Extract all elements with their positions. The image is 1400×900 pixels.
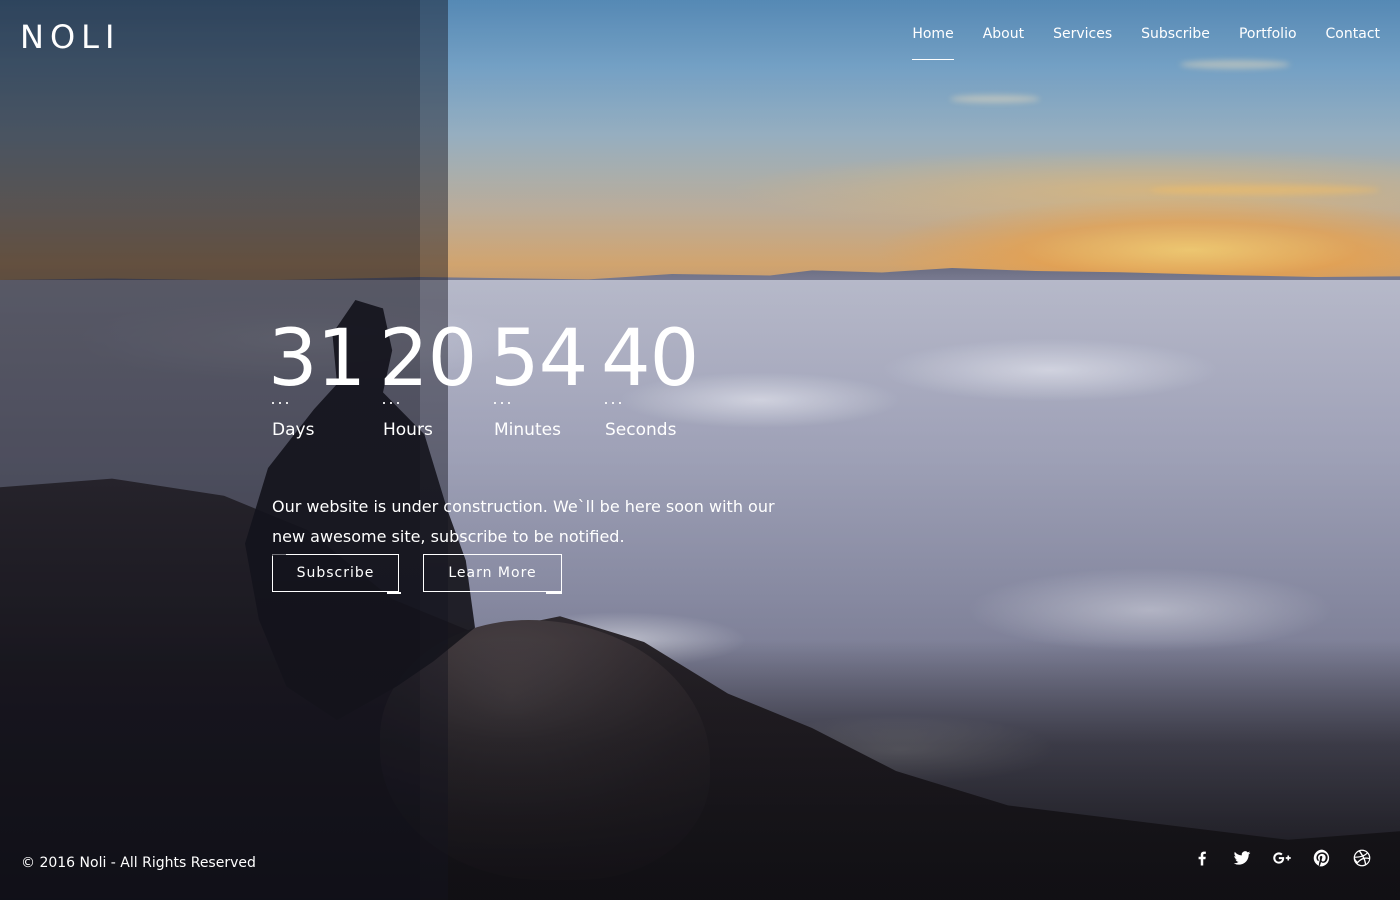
learn-more-button[interactable]: Learn More [423, 554, 562, 594]
countdown-hours-value: 20 [379, 314, 477, 404]
subscribe-button[interactable]: Subscribe [272, 554, 401, 594]
left-overlay-panel [0, 0, 448, 900]
pinterest-icon[interactable] [1312, 848, 1332, 868]
countdown-minutes: 54 Minutes [490, 318, 601, 440]
cta-buttons: Subscribe Learn More [272, 554, 562, 594]
copyright-text: © 2016 Noli - All Rights Reserved [21, 855, 256, 871]
hero-background [0, 0, 1400, 900]
nav-services[interactable]: Services [1053, 26, 1112, 60]
google-plus-icon[interactable] [1272, 848, 1292, 868]
countdown-hours: 20 Hours [379, 318, 490, 440]
construction-message: Our website is under construction. We`ll… [272, 497, 775, 546]
countdown-seconds: 40 Seconds [601, 318, 712, 440]
countdown-seconds-label: Seconds [605, 420, 677, 440]
main-nav: Home About Services Subscribe Portfolio … [883, 26, 1380, 60]
nav-about[interactable]: About [983, 26, 1024, 60]
facebook-icon[interactable] [1192, 848, 1212, 868]
nav-portfolio[interactable]: Portfolio [1239, 26, 1297, 60]
logo[interactable]: NOLI [20, 18, 120, 56]
countdown-hours-label: Hours [383, 420, 433, 440]
nav-contact[interactable]: Contact [1326, 26, 1380, 60]
countdown-minutes-value: 54 [490, 314, 588, 404]
countdown-minutes-label: Minutes [494, 420, 561, 440]
countdown-days-label: Days [272, 420, 315, 440]
dribbble-icon[interactable] [1352, 848, 1372, 868]
nav-subscribe[interactable]: Subscribe [1141, 26, 1210, 60]
countdown-days-value: 31 [268, 314, 366, 404]
social-links [1192, 848, 1372, 868]
twitter-icon[interactable] [1232, 848, 1252, 868]
countdown-days: 31 Days [268, 318, 379, 440]
left-overlay-inner [0, 0, 420, 900]
nav-home[interactable]: Home [912, 26, 955, 60]
countdown-timer: 31 Days 20 Hours 54 Minutes 40 Seconds [268, 318, 712, 440]
countdown-seconds-value: 40 [601, 314, 699, 404]
